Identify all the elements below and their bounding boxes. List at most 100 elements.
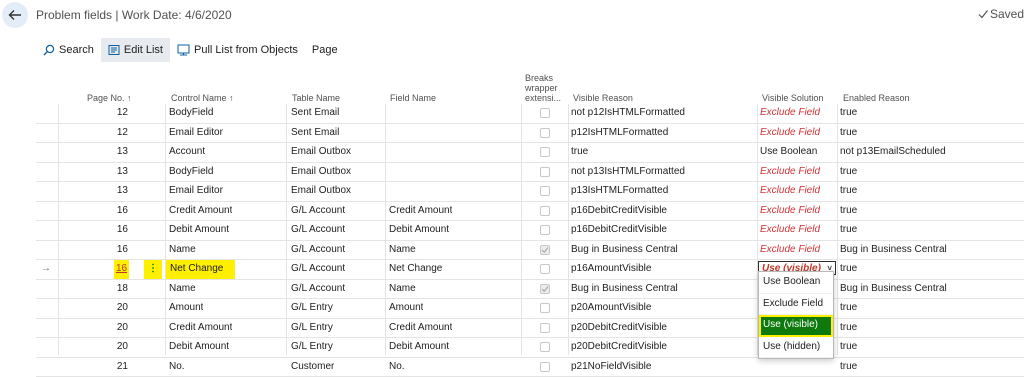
col-header-visible-reason[interactable]: Visible Reason xyxy=(573,93,633,103)
breaks-wrapper-checkbox[interactable] xyxy=(540,245,550,255)
enabled-reason-cell[interactable]: Bug in Business Central xyxy=(840,280,947,299)
control-name-cell[interactable]: Email Editor xyxy=(169,124,223,143)
page-no-cell[interactable]: 12 xyxy=(96,124,128,143)
breaks-wrapper-checkbox[interactable] xyxy=(540,264,550,274)
breaks-wrapper-checkbox[interactable] xyxy=(540,225,550,235)
page-no-cell[interactable]: 16 xyxy=(96,241,128,260)
table-row[interactable]: 16Debit AmountG/L AccountDebit Amountp16… xyxy=(36,221,1024,241)
visible-reason-cell[interactable]: p20DebitCreditVisible xyxy=(571,319,667,338)
table-name-cell[interactable]: G/L Entry xyxy=(291,319,333,338)
breaks-wrapper-checkbox[interactable] xyxy=(540,108,550,118)
breaks-wrapper-checkbox[interactable] xyxy=(540,284,550,294)
field-name-cell[interactable]: Credit Amount xyxy=(389,202,452,221)
visible-reason-cell[interactable]: p13IsHTMLFormatted xyxy=(571,182,668,201)
table-name-cell[interactable]: G/L Account xyxy=(291,221,345,240)
col-header-breaks-wrapper[interactable]: Breaks wrapper extensi... xyxy=(525,73,563,103)
back-button[interactable] xyxy=(2,2,28,28)
table-row[interactable]: 16NameG/L AccountNameBug in Business Cen… xyxy=(36,241,1024,261)
control-name-cell[interactable]: Account xyxy=(169,143,205,162)
table-name-cell[interactable]: Email Outbox xyxy=(291,163,351,182)
table-row[interactable]: →16⋮Net ChangeG/L AccountNet Changep16Am… xyxy=(36,260,1024,280)
visible-reason-cell[interactable]: Bug in Business Central xyxy=(571,280,678,299)
page-no-cell[interactable]: 20 xyxy=(96,319,128,338)
visible-reason-cell[interactable]: true xyxy=(571,143,588,162)
col-header-field-name[interactable]: Field Name xyxy=(390,93,436,103)
dropdown-option[interactable]: Exclude Field xyxy=(759,294,833,316)
col-header-page-no[interactable]: Page No. ↑ xyxy=(87,93,132,103)
table-name-cell[interactable]: Email Outbox xyxy=(291,143,351,162)
visible-solution-cell[interactable]: Exclude Field xyxy=(760,104,820,123)
visible-solution-cell[interactable]: Exclude Field xyxy=(760,241,820,260)
table-name-cell[interactable]: Sent Email xyxy=(291,124,339,143)
table-row[interactable]: 21No.CustomerNo.p21NoFieldVisibletrue xyxy=(36,358,1024,377)
control-name-cell[interactable]: Email Editor xyxy=(169,182,223,201)
enabled-reason-cell[interactable]: true xyxy=(840,104,857,123)
more-vertical-icon[interactable]: ⋮ xyxy=(144,260,162,279)
enabled-reason-cell[interactable]: true xyxy=(840,260,857,279)
visible-reason-cell[interactable]: p16AmountVisible xyxy=(571,260,651,279)
visible-reason-cell[interactable]: Bug in Business Central xyxy=(571,241,678,260)
breaks-wrapper-checkbox[interactable] xyxy=(540,323,550,333)
enabled-reason-cell[interactable]: true xyxy=(840,124,857,143)
field-name-cell[interactable]: Credit Amount xyxy=(389,319,452,338)
visible-reason-cell[interactable]: not p12IsHTMLFormatted xyxy=(571,104,685,123)
visible-solution-cell[interactable]: Exclude Field xyxy=(760,124,820,143)
field-name-cell[interactable]: Amount xyxy=(389,299,423,318)
breaks-wrapper-checkbox[interactable] xyxy=(540,147,550,157)
table-row[interactable]: 12BodyFieldSent Emailnot p12IsHTMLFormat… xyxy=(36,104,1024,124)
page-no-cell[interactable]: 16 xyxy=(96,221,128,240)
page-no-cell[interactable]: 13 xyxy=(96,163,128,182)
col-header-visible-solution[interactable]: Visible Solution xyxy=(762,93,823,103)
table-name-cell[interactable]: Email Outbox xyxy=(291,182,351,201)
pull-list-button[interactable]: Pull List from Objects xyxy=(170,38,305,62)
control-name-cell[interactable]: Credit Amount xyxy=(169,319,232,338)
visible-reason-cell[interactable]: p20AmountVisible xyxy=(571,299,651,318)
enabled-reason-cell[interactable]: true xyxy=(840,182,857,201)
col-header-control-name[interactable]: Control Name ↑ xyxy=(171,93,234,103)
table-name-cell[interactable]: G/L Account xyxy=(291,280,345,299)
enabled-reason-cell[interactable]: Bug in Business Central xyxy=(840,241,947,260)
field-name-cell[interactable]: Debit Amount xyxy=(389,221,449,240)
page-no-cell[interactable]: 20 xyxy=(96,299,128,318)
control-name-cell[interactable]: Name xyxy=(169,241,196,260)
enabled-reason-cell[interactable]: true xyxy=(840,299,857,318)
enabled-reason-cell[interactable]: true xyxy=(840,163,857,182)
field-name-cell[interactable]: Net Change xyxy=(389,260,442,279)
breaks-wrapper-checkbox[interactable] xyxy=(540,342,550,352)
page-no-cell[interactable]: 16 xyxy=(114,260,129,279)
enabled-reason-cell[interactable]: true xyxy=(840,358,857,377)
table-name-cell[interactable]: G/L Account xyxy=(291,202,345,221)
table-name-cell[interactable]: G/L Entry xyxy=(291,338,333,357)
field-name-cell[interactable]: Debit Amount xyxy=(389,338,449,357)
col-header-table-name[interactable]: Table Name xyxy=(292,93,340,103)
table-name-cell[interactable]: G/L Entry xyxy=(291,299,333,318)
visible-reason-cell[interactable]: p16DebitCreditVisible xyxy=(571,221,667,240)
edit-list-button[interactable]: Edit List xyxy=(101,38,170,62)
search-button[interactable]: Search xyxy=(36,38,101,62)
table-row[interactable]: 20 Credit Amount G/L Entry Credit Amount p20… xyxy=(36,319,1024,339)
table-row[interactable]: 16Credit AmountG/L AccountCredit Amountp… xyxy=(36,202,1024,222)
control-name-cell[interactable]: Net Change xyxy=(166,260,235,279)
visible-solution-cell[interactable]: Use Boolean xyxy=(760,143,817,162)
enabled-reason-cell[interactable]: true xyxy=(840,202,857,221)
breaks-wrapper-checkbox[interactable] xyxy=(540,206,550,216)
table-row[interactable]: 13BodyFieldEmail Outboxnot p13IsHTMLForm… xyxy=(36,163,1024,183)
table-row[interactable]: 20 Amount G/L Entry Amount p20AmountVisible t… xyxy=(36,299,1024,319)
enabled-reason-cell[interactable]: true xyxy=(840,221,857,240)
visible-solution-cell[interactable]: Exclude Field xyxy=(760,163,820,182)
table-name-cell[interactable]: G/L Account xyxy=(291,241,345,260)
breaks-wrapper-checkbox[interactable] xyxy=(540,303,550,313)
col-header-enabled-reason[interactable]: Enabled Reason xyxy=(843,93,910,103)
breaks-wrapper-checkbox[interactable] xyxy=(540,128,550,138)
page-no-cell[interactable]: 20 xyxy=(96,338,128,357)
table-name-cell[interactable]: Customer xyxy=(291,358,334,377)
enabled-reason-cell[interactable]: true xyxy=(840,319,857,338)
control-name-cell[interactable]: Name xyxy=(169,280,196,299)
visible-reason-cell[interactable]: p12IsHTMLFormatted xyxy=(571,124,668,143)
control-name-cell[interactable]: Credit Amount xyxy=(169,202,232,221)
page-menu-button[interactable]: Page xyxy=(305,38,345,62)
control-name-cell[interactable]: Amount xyxy=(169,299,203,318)
control-name-cell[interactable]: No. xyxy=(169,358,185,377)
field-name-cell[interactable]: No. xyxy=(389,358,405,377)
table-row[interactable]: 18NameG/L AccountNameBug in Business Cen… xyxy=(36,280,1024,300)
